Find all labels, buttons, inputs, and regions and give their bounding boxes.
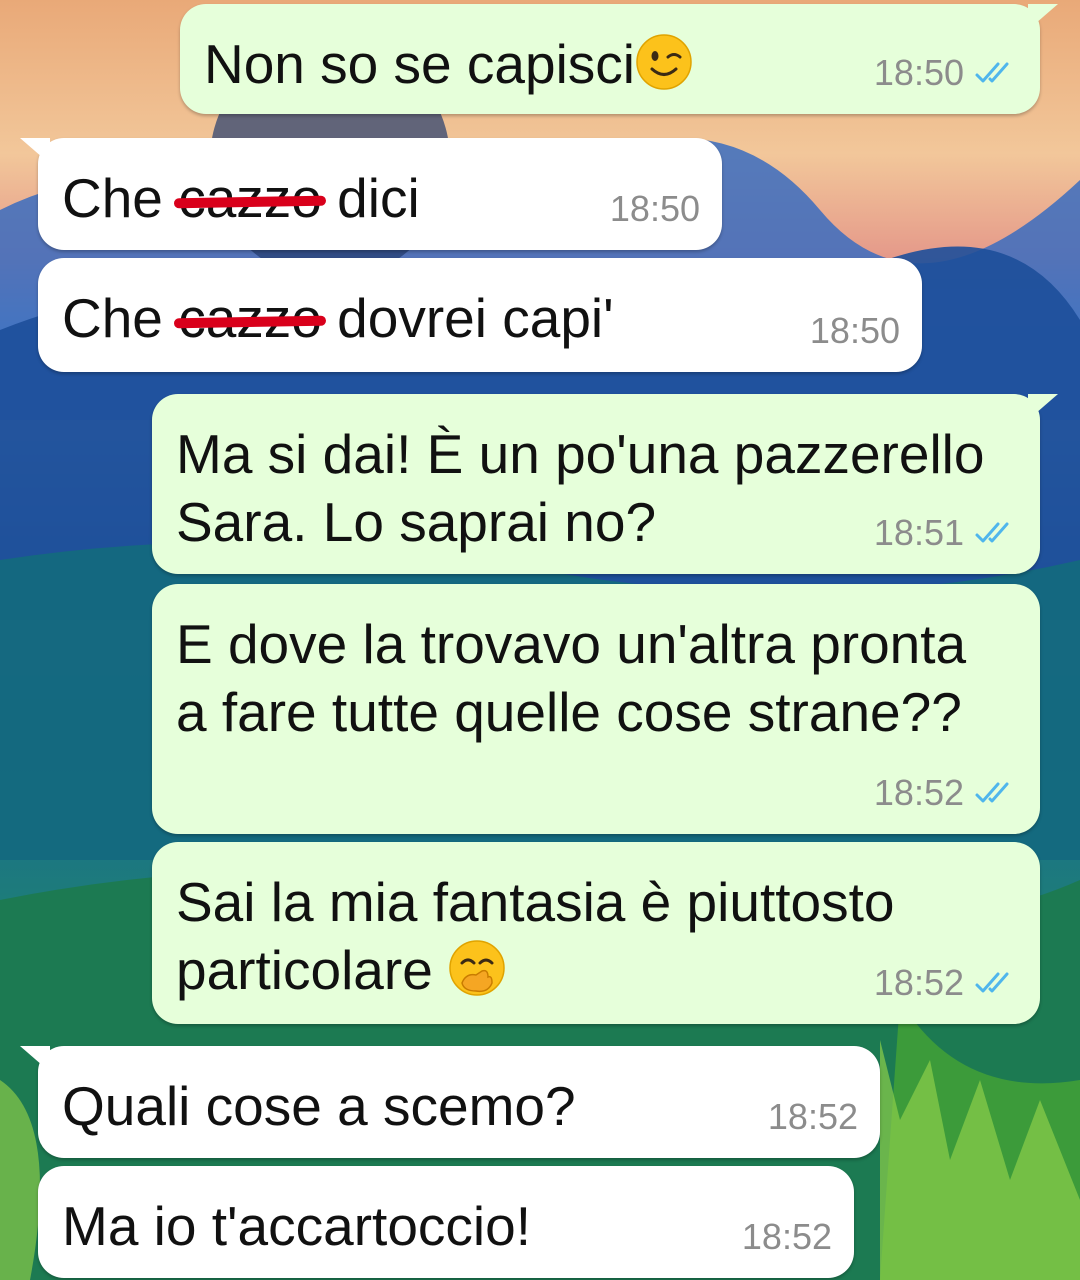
double-check-read-icon (975, 522, 1009, 543)
message-text: Che cazzo dovrei capi' (62, 284, 614, 352)
message-meta: 18:52 (874, 962, 1018, 1004)
double-check-read-icon (975, 972, 1009, 993)
message-text-segment: Ma io t'accartoccio! (62, 1195, 532, 1257)
message-text-segment: Sai la mia fantasia è piuttosto particol… (176, 871, 895, 1001)
message-text-segment: dici (321, 167, 420, 229)
message-timestamp: 18:50 (809, 310, 900, 351)
message-meta: 18:50 (610, 188, 700, 230)
message-text: Sai la mia fantasia è piuttosto particol… (176, 868, 894, 1012)
message-meta: 18:52 (768, 1096, 858, 1138)
incoming-message-bubble[interactable]: Ma io t'accartoccio! 18:52 (38, 1166, 854, 1278)
redacted-word: cazzo (178, 164, 322, 232)
wink-emoji (635, 33, 693, 106)
bubble-tail (1028, 394, 1058, 420)
double-check-read-icon (975, 62, 1009, 83)
outgoing-message-bubble[interactable]: Ma si dai! È un po'una pazzerello Sara. … (152, 394, 1058, 574)
message-text: E dove la trovavo un'altra pronta a fare… (176, 610, 966, 746)
message-timestamp: 18:52 (767, 1096, 858, 1137)
message-meta: 18:52 (742, 1216, 832, 1258)
outgoing-message-bubble[interactable]: Non so se capisci 18:50 (180, 4, 1058, 114)
message-timestamp: 18:52 (873, 962, 964, 1003)
message-meta: 18:50 (810, 310, 900, 352)
message-text-segment: Ma si dai! È un po'una pazzerello Sara. … (176, 423, 985, 553)
double-check-read-icon (975, 782, 1009, 803)
message-text: Ma si dai! È un po'una pazzerello Sara. … (176, 420, 984, 556)
bubble-tail (1028, 4, 1058, 30)
message-text-segment: Non so se capisci (204, 33, 636, 95)
message-timestamp: 18:52 (873, 772, 964, 813)
message-text-segment: dovrei capi' (321, 287, 614, 349)
message-timestamp: 18:50 (609, 188, 700, 229)
message-text: Ma io t'accartoccio! (62, 1192, 531, 1260)
message-text: Non so se capisci (204, 30, 693, 106)
hand-over-mouth-emoji (448, 939, 506, 1012)
message-text: Che cazzo dici (62, 164, 420, 232)
message-text: Quali cose a scemo? (62, 1072, 576, 1140)
bubble-tail (20, 138, 50, 164)
message-meta: 18:50 (874, 52, 1018, 94)
message-timestamp: 18:51 (873, 512, 964, 553)
message-timestamp: 18:52 (741, 1216, 832, 1257)
incoming-message-bubble[interactable]: Quali cose a scemo? 18:52 (20, 1046, 880, 1158)
bubble-tail (20, 1046, 50, 1072)
message-text-segment: E dove la trovavo un'altra pronta a fare… (176, 613, 967, 743)
message-text-segment: Che (62, 167, 179, 229)
incoming-message-bubble[interactable]: Che cazzo dici 18:50 (20, 138, 722, 250)
outgoing-message-bubble[interactable]: E dove la trovavo un'altra pronta a fare… (152, 584, 1040, 834)
incoming-message-bubble[interactable]: Che cazzo dovrei capi' 18:50 (38, 258, 922, 372)
message-meta: 18:51 (874, 512, 1018, 554)
redacted-word: cazzo (178, 284, 322, 352)
message-text-segment: Quali cose a scemo? (62, 1075, 576, 1137)
message-text-segment: Che (62, 287, 179, 349)
message-timestamp: 18:50 (873, 52, 964, 93)
message-meta: 18:52 (874, 772, 1018, 814)
outgoing-message-bubble[interactable]: Sai la mia fantasia è piuttosto particol… (152, 842, 1040, 1024)
